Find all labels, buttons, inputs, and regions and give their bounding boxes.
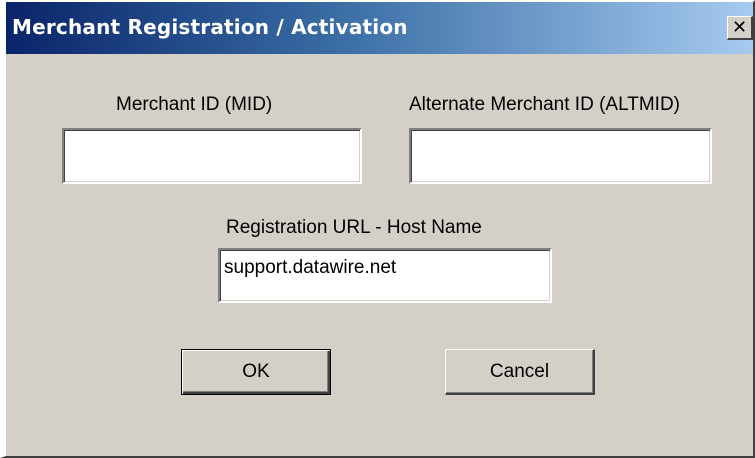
alternate-merchant-id-field[interactable]: [409, 128, 712, 184]
title-bar: Merchant Registration / Activation ✕: [6, 2, 753, 54]
dialog-title: Merchant Registration / Activation: [12, 15, 408, 39]
registration-url-label: Registration URL - Host Name: [226, 217, 482, 238]
merchant-id-field[interactable]: [62, 128, 362, 184]
ok-button-label: OK: [242, 361, 270, 382]
cancel-button[interactable]: Cancel: [445, 349, 595, 395]
alternate-merchant-id-label: Alternate Merchant ID (ALTMID): [409, 94, 681, 115]
merchant-id-label: Merchant ID (MID): [116, 94, 273, 115]
close-button[interactable]: ✕: [727, 16, 753, 40]
registration-dialog: Merchant Registration / Activation ✕ Mer…: [0, 0, 755, 458]
cancel-button-label: Cancel: [489, 360, 550, 382]
ok-button[interactable]: OK: [181, 349, 331, 395]
registration-url-field[interactable]: [218, 248, 552, 303]
close-icon: ✕: [731, 16, 748, 38]
